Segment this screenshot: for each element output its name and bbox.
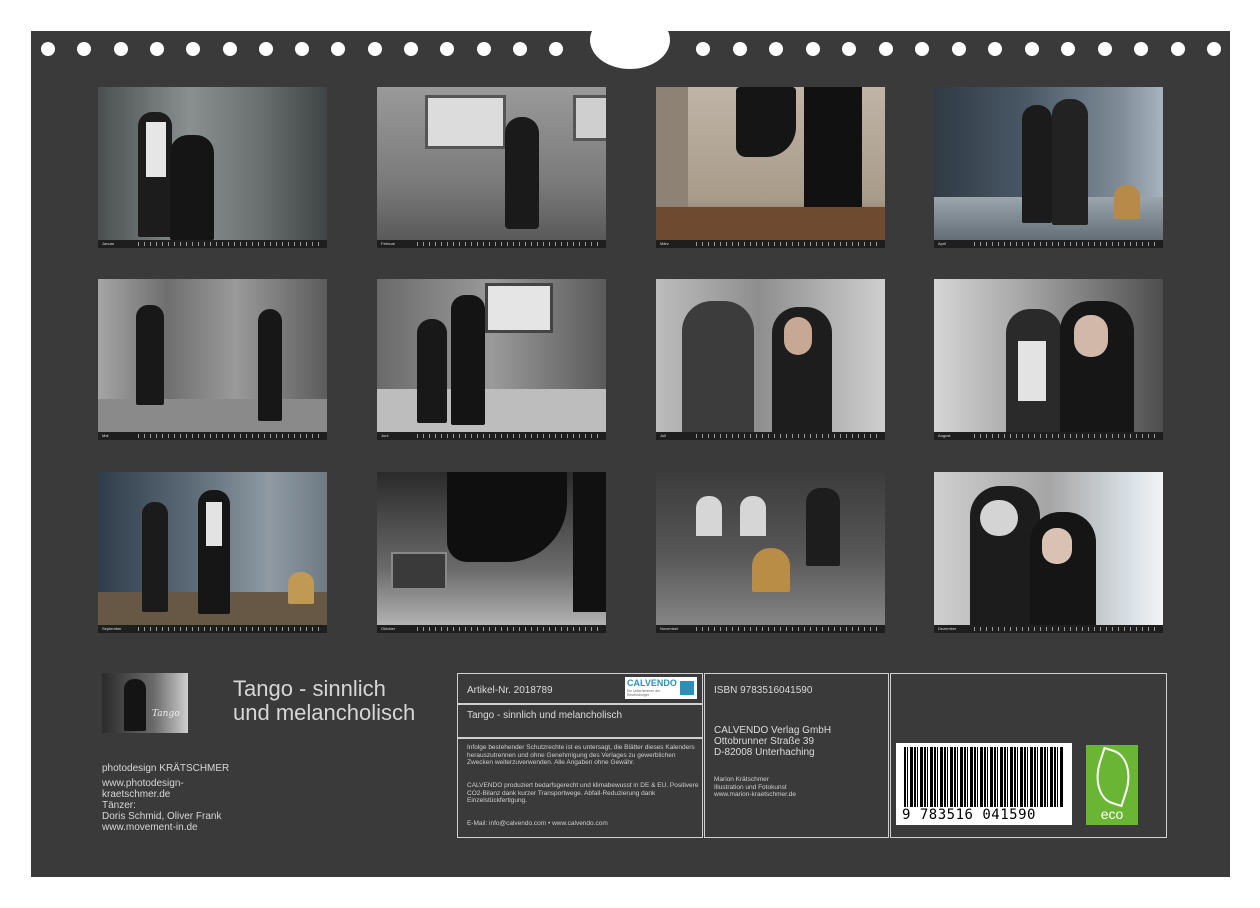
month-thumbnail-august: August [934,279,1163,440]
cover-thumbnail-text: Tango [152,709,180,719]
credit-studio: photodesign KRÄTSCHMER [102,763,230,774]
month-label: Februar [381,241,396,246]
binding-hole [476,42,491,56]
isbn: ISBN 9783516041590 [714,685,813,696]
credit-dancers: Doris Schmid, Oliver Frank [102,811,222,822]
credit-url: www.photodesign-kraetschmer.de [102,778,184,800]
month-thumbnail-december: Dezember [934,472,1163,633]
calendar-title: Tango - sinnlich und melancholisch [233,677,453,725]
binding-hole [549,42,564,56]
author-role: Illustration und Fotokunst [714,783,787,791]
eco-badge: eco [1086,745,1139,825]
binding-hole [1061,42,1075,56]
month-label: Mai [102,433,109,438]
publisher-name: CALVENDO Verlag GmbH [714,725,832,736]
month-thumbnail-february: Februar [377,87,606,248]
publisher-logo-subtext: Ein Unternehmen der Ravensburger [627,689,661,697]
month-label: Juni [381,433,389,438]
binding-hole [440,42,455,56]
binding-hole [149,42,164,56]
month-label: November [660,626,679,631]
barcode: 9 783516 041590 [896,743,1072,825]
author-url: www.marion-kraetschmer.de [714,791,796,798]
month-label: Oktober [381,626,396,631]
month-thumbnail-june: Juni [377,279,606,440]
month-thumbnail-march: März [656,87,885,248]
binding-hole [1097,42,1112,56]
binding-hole [842,42,856,56]
info-box-right: 9 783516 041590 eco [890,673,1167,838]
binding-hole [295,42,310,56]
binding-hole [222,42,237,56]
binding-hole [878,42,893,56]
binding-hole [186,42,201,56]
title-line-1: Tango - sinnlich [233,676,386,701]
author-name: Marion Krätschmer [714,776,769,783]
contact-line: E-Mail: info@calvendo.com • www.calvendo… [467,820,608,827]
binding-hole [331,42,346,56]
barcode-bars [904,747,1064,807]
month-label: März [660,241,669,246]
credit-dancers-label: Tänzer: [102,800,136,811]
publisher-street: Ottobrunner Straße 39 [714,736,815,747]
binding-hole [951,42,966,56]
barcode-number: 9 783516 041590 [902,807,1036,823]
month-thumbnail-april: April [934,87,1163,248]
product-title: Tango - sinnlich und melancholisch [467,710,623,721]
binding-hole [258,42,273,56]
publisher-city: D-82008 Unterhaching [714,747,815,758]
binding-hole [113,42,128,56]
binding-hole [732,42,747,56]
binding-hole [1170,42,1185,56]
info-box-middle: ISBN 9783516041590 CALVENDO Verlag GmbH … [704,673,889,838]
leaf-icon [1087,746,1139,808]
month-label: Januar [102,241,115,246]
month-thumbnail-may: Mai [98,279,327,440]
legal-notice: Infolge bestehender Schutzrechte ist es … [467,744,695,766]
binding-hole [805,42,820,56]
binding-hole [988,42,1002,56]
binding-hole [41,42,55,56]
eco-label: eco [1100,806,1124,822]
credit-dancers-url: www.movement-in.de [102,822,198,833]
month-thumbnail-september: September [98,472,327,633]
hanger-notch [590,11,670,69]
month-thumbnail-october: Oktober [377,472,606,633]
calendar-back-cover: Januar Februar März April Mai Juni Juli … [31,11,1230,877]
publisher-logo: CALVENDO Ein Unternehmen der Ravensburge… [625,677,697,699]
binding-hole [404,42,418,56]
binding-hole [1134,42,1148,56]
binding-hole [1207,42,1221,56]
eco-notice: CALVENDO produziert bedarfsgerecht und k… [467,782,699,804]
binding-hole [696,42,710,56]
binding-hole [915,42,929,56]
title-line-2: und melancholisch [233,700,416,725]
month-label: August [938,433,951,438]
month-label: Juli [660,433,667,438]
binding-hole [1024,42,1039,56]
publisher-logo-text: CALVENDO [627,678,677,688]
binding-hole [769,42,783,56]
info-box-left: Artikel-Nr. 2018789 CALVENDO Ein Unterne… [457,673,703,838]
month-thumbnail-november: November [656,472,885,633]
month-thumbnail-july: Juli [656,279,885,440]
cover-thumbnail: Tango [102,673,188,733]
month-thumbnail-january: Januar [98,87,327,248]
month-label: September [102,626,122,631]
binding-hole [512,42,527,56]
binding-hole [77,42,92,56]
month-label: Dezember [938,626,957,631]
article-number: Artikel-Nr. 2018789 [467,685,553,696]
month-label: April [938,241,947,246]
binding-hole [367,42,382,56]
